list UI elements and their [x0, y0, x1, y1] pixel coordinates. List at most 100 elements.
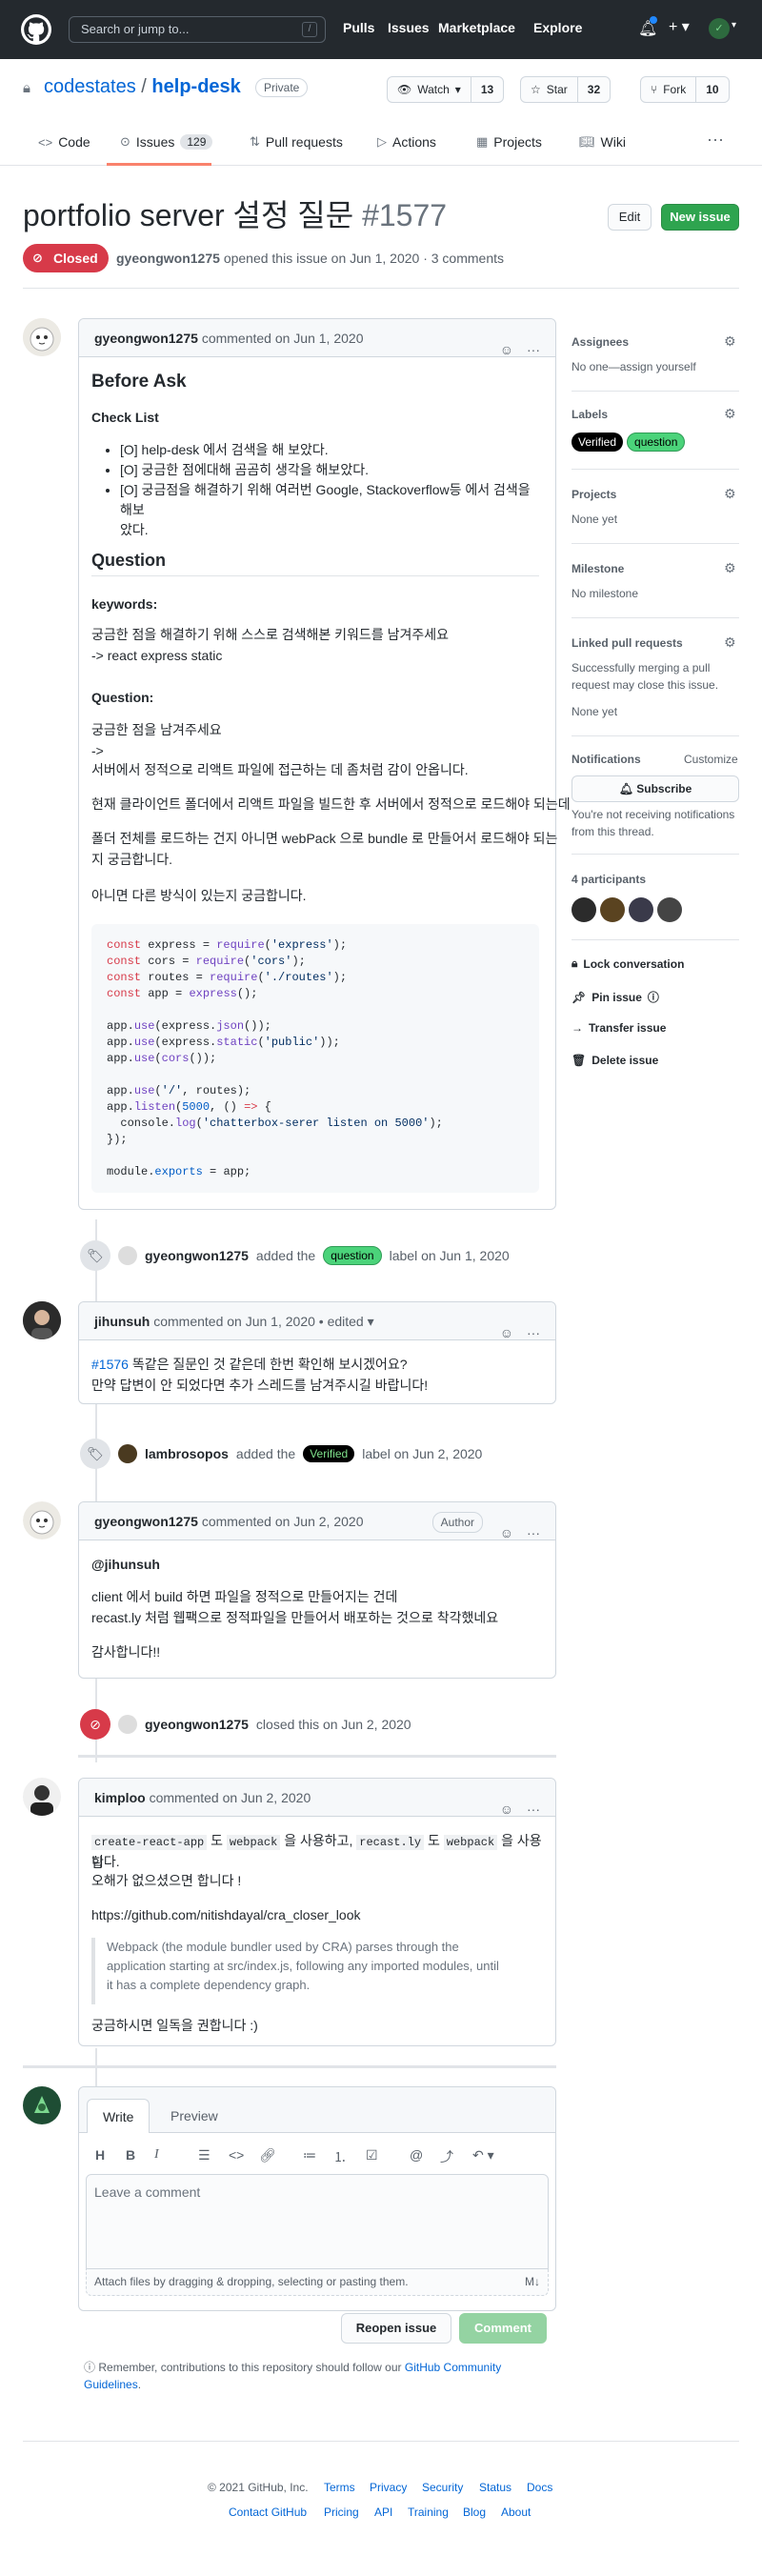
comment-author[interactable]: gyeongwon1275 — [94, 1514, 198, 1529]
quote-icon[interactable]: ☰ — [198, 2147, 211, 2163]
transfer-issue-action[interactable]: → Transfer issue — [572, 1021, 666, 1035]
avatar[interactable] — [118, 1715, 137, 1734]
fork-button-group[interactable]: ⑂ Fork 10 — [640, 76, 730, 103]
star-button-group[interactable]: ☆ Star 32 — [520, 76, 612, 103]
star-count[interactable]: 32 — [578, 83, 610, 96]
star-button[interactable]: ☆ Star — [521, 77, 578, 102]
nav-pulls[interactable]: Pulls — [343, 20, 374, 35]
reopen-issue-button[interactable]: Reopen issue — [341, 2313, 451, 2344]
avatar[interactable] — [118, 1246, 137, 1265]
footer-link-pricing[interactable]: Pricing — [324, 2506, 359, 2519]
nav-issues[interactable]: Issues — [388, 20, 430, 35]
tab-projects[interactable]: ▦ Projects — [476, 134, 542, 150]
gear-icon[interactable]: ⚙ — [724, 634, 736, 651]
bold-icon[interactable]: B — [126, 2147, 135, 2163]
avatar[interactable] — [23, 1301, 61, 1339]
smiley-icon[interactable]: ☺ — [500, 331, 513, 369]
attach-files-bar[interactable]: Attach files by dragging & dropping, sel… — [86, 2269, 549, 2296]
guidelines-link[interactable]: Guidelines — [84, 2378, 138, 2391]
sidebar-assignees-heading[interactable]: Assignees — [572, 335, 629, 349]
plus-dropdown-icon[interactable]: + ▾ — [669, 17, 690, 36]
subscribe-button[interactable]: 🔔︎ Subscribe — [572, 775, 739, 802]
repo-name-link[interactable]: help-desk — [151, 76, 240, 97]
tab-write[interactable]: Write — [87, 2099, 150, 2133]
smiley-icon[interactable]: ☺ — [500, 1790, 513, 1828]
mention-icon[interactable]: @ — [410, 2147, 423, 2163]
code-icon[interactable]: <> — [229, 2147, 244, 2163]
smiley-icon[interactable]: ☺ — [500, 1514, 513, 1552]
external-link[interactable]: https://github.com/nitishdayal/cra_close… — [91, 1905, 360, 1925]
label-verified[interactable]: Verified — [572, 433, 624, 452]
avatar[interactable] — [657, 897, 682, 922]
delete-issue-action[interactable]: 🗑︎ Delete issue — [572, 1054, 658, 1067]
footer-link-terms[interactable]: Terms — [324, 2481, 355, 2494]
nav-explore[interactable]: Explore — [533, 20, 582, 35]
tab-pull-requests[interactable]: ⇅ Pull requests — [250, 134, 343, 150]
comment-button[interactable]: Comment — [459, 2313, 547, 2344]
issue-author[interactable]: gyeongwon1275 — [116, 251, 220, 266]
link-icon[interactable]: 🔗︎ — [259, 2147, 276, 2163]
more-tabs-kebab-icon[interactable]: ··· — [707, 130, 724, 150]
heading-icon[interactable]: H — [95, 2147, 105, 2163]
kebab-icon[interactable]: ··· — [527, 331, 540, 369]
cross-reference-icon[interactable]: ⤴ — [440, 2147, 453, 2166]
comment-textarea[interactable]: Leave a comment — [86, 2174, 549, 2269]
label-question[interactable]: question — [323, 1246, 382, 1265]
tab-actions[interactable]: ▷ Actions — [377, 134, 436, 150]
watch-button[interactable]: 👁︎ Watch ▾ — [388, 77, 471, 102]
footer-link-security[interactable]: Security — [422, 2481, 463, 2494]
watch-button-group[interactable]: 👁︎ Watch ▾ 13 — [387, 76, 505, 103]
markdown-icon[interactable]: M↓ — [525, 2269, 540, 2294]
fork-button[interactable]: ⑂ Fork — [641, 77, 697, 102]
event-actor[interactable]: gyeongwon1275 — [145, 1248, 249, 1263]
gear-icon[interactable]: ⚙ — [724, 486, 736, 502]
label-verified[interactable]: Verified — [303, 1445, 355, 1462]
comment-author[interactable]: jihunsuh — [94, 1314, 150, 1329]
comment-author[interactable]: gyeongwon1275 — [94, 331, 198, 346]
avatar[interactable] — [629, 897, 653, 922]
issue-link[interactable]: #1576 — [91, 1357, 129, 1372]
footer-link-status[interactable]: Status — [479, 2481, 511, 2494]
footer-link-api[interactable]: API — [374, 2506, 392, 2519]
sidebar-projects-heading[interactable]: Projects — [572, 488, 616, 501]
smiley-icon[interactable]: ☺ — [500, 1314, 513, 1352]
event-actor[interactable]: lambrosopos — [145, 1446, 229, 1461]
comment-date[interactable]: commented on Jun 2, 2020 — [202, 1514, 364, 1529]
edit-button[interactable]: Edit — [608, 204, 652, 231]
comment-date[interactable]: commented on Jun 2, 2020 — [150, 1790, 311, 1805]
search-input[interactable]: Search or jump to... / — [69, 16, 326, 43]
gear-icon[interactable]: ⚙ — [724, 333, 736, 350]
current-user-avatar[interactable] — [23, 2086, 61, 2124]
footer-link-contact[interactable]: Contact GitHub — [229, 2506, 307, 2519]
tab-issues[interactable]: ⊙ Issues 129 — [120, 134, 213, 150]
event-actor[interactable]: gyeongwon1275 — [145, 1717, 249, 1732]
comment-date[interactable]: commented on Jun 1, 2020 — [202, 331, 364, 346]
assignees-value[interactable]: No one—assign yourself — [572, 358, 696, 375]
italic-icon[interactable]: I — [154, 2147, 159, 2163]
task-list-icon[interactable]: ☑ — [366, 2147, 378, 2163]
avatar[interactable] — [118, 1444, 137, 1463]
footer-link-privacy[interactable]: Privacy — [370, 2481, 407, 2494]
new-issue-button[interactable]: New issue — [661, 204, 739, 231]
footer-link-blog[interactable]: Blog — [463, 2506, 486, 2519]
footer-link-about[interactable]: About — [501, 2506, 531, 2519]
mention[interactable]: @jihunsuh — [91, 1555, 160, 1575]
chevron-down-icon[interactable]: ▾ — [732, 20, 736, 30]
avatar[interactable] — [600, 897, 625, 922]
comment-author[interactable]: kimploo — [94, 1790, 146, 1805]
kebab-icon[interactable]: ··· — [527, 1790, 540, 1828]
footer-link-docs[interactable]: Docs — [527, 2481, 552, 2494]
avatar[interactable] — [23, 318, 61, 356]
repo-owner-link[interactable]: codestates — [44, 76, 136, 97]
github-logo-icon[interactable] — [21, 14, 51, 45]
sidebar-milestone-heading[interactable]: Milestone — [572, 562, 624, 575]
gear-icon[interactable]: ⚙ — [724, 560, 736, 576]
nav-marketplace[interactable]: Marketplace — [438, 20, 515, 35]
customize-link[interactable]: Customize — [684, 753, 738, 766]
chevron-down-icon[interactable]: ▾ — [368, 1314, 374, 1329]
tab-code[interactable]: <> Code — [38, 134, 90, 150]
comment-date[interactable]: commented on Jun 1, 2020 • edited — [153, 1314, 364, 1329]
footer-link-training[interactable]: Training — [408, 2506, 449, 2519]
avatar[interactable] — [572, 897, 596, 922]
avatar[interactable] — [23, 1778, 61, 1816]
